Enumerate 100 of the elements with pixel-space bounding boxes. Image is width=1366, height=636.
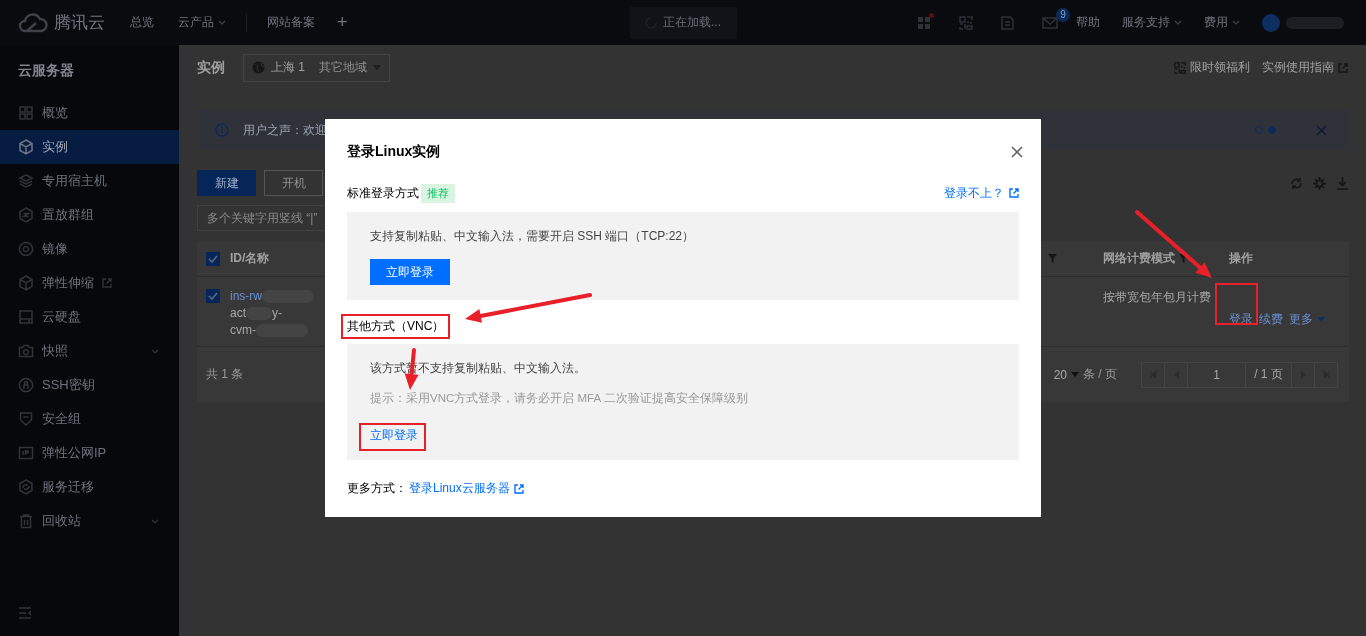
banner-text: 用户之声：欢迎 <box>243 122 327 138</box>
header-link[interactable]: 服务支持 <box>1122 14 1182 31</box>
external-link-icon <box>1338 62 1348 73</box>
highlight-box <box>1215 283 1258 325</box>
hint-text: 提示：采用VNC方式登录，请务必开启 MFA 二次验证提高安全保障级别 <box>370 391 749 406</box>
cube-icon <box>18 139 34 155</box>
sidebar-item[interactable]: 专用宿主机 <box>0 164 179 198</box>
external-link-icon <box>1009 188 1019 198</box>
caret-icon <box>1317 317 1325 322</box>
help-link[interactable]: 登录不上？ <box>944 184 1019 202</box>
layers-icon <box>18 173 34 189</box>
action-link[interactable]: 续费 <box>1259 293 1283 346</box>
sidebar-item[interactable]: 服务迁移 <box>0 470 179 504</box>
info-icon <box>215 123 229 137</box>
external-link-icon <box>102 278 112 288</box>
grid-icon <box>18 105 34 121</box>
page-size-select[interactable]: 20 <box>1053 367 1067 382</box>
grid-icon[interactable] <box>917 15 931 30</box>
trash-icon <box>18 513 34 529</box>
filter-icon[interactable] <box>1179 254 1188 263</box>
dialog-title: 登录Linux实例 <box>347 143 441 161</box>
page-total: / 1 页 <box>1253 366 1284 383</box>
region-selector[interactable]: 上海 1 其它地域 <box>243 53 390 82</box>
sidebar-title: 云服务器 <box>17 61 75 80</box>
sidebar-item[interactable]: 云硬盘 <box>0 300 179 334</box>
page-size-label: 条 / 页 <box>1083 366 1117 383</box>
sidebar-item[interactable]: 回收站 <box>0 504 179 538</box>
login-link[interactable]: 立即登录 <box>370 427 418 444</box>
collapse-menu-icon[interactable] <box>18 607 32 619</box>
chevron-icon <box>1232 20 1240 25</box>
settings-icon[interactable] <box>1313 176 1326 190</box>
key-icon <box>18 377 34 393</box>
ip-icon <box>18 445 34 461</box>
sidebar-item[interactable]: SSH密钥 <box>0 368 179 402</box>
cube-icon <box>18 275 34 291</box>
sidebar-item[interactable]: 镜像 <box>0 232 179 266</box>
nav-link[interactable]: 网站备案 <box>267 14 315 31</box>
sidebar-item[interactable]: 概览 <box>0 96 179 130</box>
instance-name: act <box>230 306 246 320</box>
qr-code-icon <box>1174 61 1186 74</box>
brand-name: 腾讯云 <box>54 12 105 34</box>
mail-icon[interactable] <box>1042 16 1058 29</box>
external-link-icon <box>513 483 524 494</box>
sidebar-item[interactable]: 安全组 <box>0 402 179 436</box>
loading-text: 正在加载... <box>663 14 721 31</box>
highlight-box <box>359 423 426 451</box>
sidebar-item[interactable]: 弹性伸缩 <box>0 266 179 300</box>
cloud-logo-icon <box>18 12 48 33</box>
chevron-icon <box>218 20 226 25</box>
table-cell-text: 按带宽包年包月计费 <box>1103 289 1212 306</box>
carousel-dot[interactable] <box>1268 126 1276 134</box>
header-link[interactable]: 帮助 <box>1076 14 1100 31</box>
section-label: 标准登录方式 <box>347 184 419 202</box>
option-description: 支持复制粘贴、中文输入法，需要开启 SSH 端口（TCP:22） <box>370 228 696 245</box>
checkbox[interactable] <box>206 289 220 303</box>
page-title: 实例 <box>197 58 225 77</box>
section-label: 其他方式（VNC） <box>347 317 445 335</box>
download-icon[interactable] <box>1336 176 1349 190</box>
notification-dot <box>929 12 934 18</box>
nav-link[interactable]: 云产品 <box>178 14 226 31</box>
instance-name: y- <box>272 306 282 320</box>
close-button[interactable] <box>1011 146 1023 158</box>
globe-icon <box>252 61 265 74</box>
action-link[interactable]: 更多 <box>1289 293 1325 346</box>
column-header: ID/名称 <box>230 250 270 267</box>
instance-name: cvm- <box>230 323 256 337</box>
toolbar-button[interactable]: 新建 <box>197 170 256 196</box>
promo-link[interactable]: 限时领福利 <box>1174 59 1250 76</box>
chevron-icon <box>151 348 159 354</box>
checkbox[interactable] <box>206 251 220 266</box>
sidebar-item[interactable]: 置放群组 <box>0 198 179 232</box>
recommended-tag: 推荐 <box>421 183 455 203</box>
cycle-icon <box>18 479 34 495</box>
more-options-link[interactable]: 登录Linux云服务器 <box>409 480 524 497</box>
qr-code-icon[interactable] <box>959 15 973 30</box>
nav-link[interactable]: 总览 <box>130 14 154 31</box>
close-icon[interactable] <box>1316 124 1327 136</box>
header-link[interactable]: 费用 <box>1204 14 1240 31</box>
document-icon[interactable] <box>1001 15 1014 30</box>
avatar[interactable] <box>1262 13 1280 32</box>
add-button[interactable]: + <box>337 12 348 33</box>
drive-icon <box>18 309 34 325</box>
toolbar-button[interactable]: 开机 <box>264 170 323 196</box>
hexagon-icon <box>18 207 34 223</box>
page-input[interactable]: 1 <box>1188 362 1246 387</box>
instance-id-link[interactable]: ins-rw <box>230 289 262 303</box>
column-header: 网络计费模式 <box>1103 250 1175 267</box>
total-count: 共 1 条 <box>206 366 244 383</box>
sidebar-item[interactable]: 快照 <box>0 334 179 368</box>
mail-badge: 9 <box>1056 7 1070 22</box>
sidebar-item[interactable]: 实例 <box>0 130 179 164</box>
shield-icon <box>18 411 34 427</box>
column-header: 操作 <box>1229 250 1253 267</box>
refresh-icon[interactable] <box>1290 176 1303 190</box>
chevron-icon <box>151 518 159 524</box>
login-button[interactable]: 立即登录 <box>370 259 450 285</box>
chevron-icon <box>1174 20 1182 25</box>
caret-icon <box>1071 372 1079 377</box>
sidebar-item[interactable]: 弹性公网IP <box>0 436 179 470</box>
guide-link[interactable]: 实例使用指南 <box>1262 59 1348 76</box>
